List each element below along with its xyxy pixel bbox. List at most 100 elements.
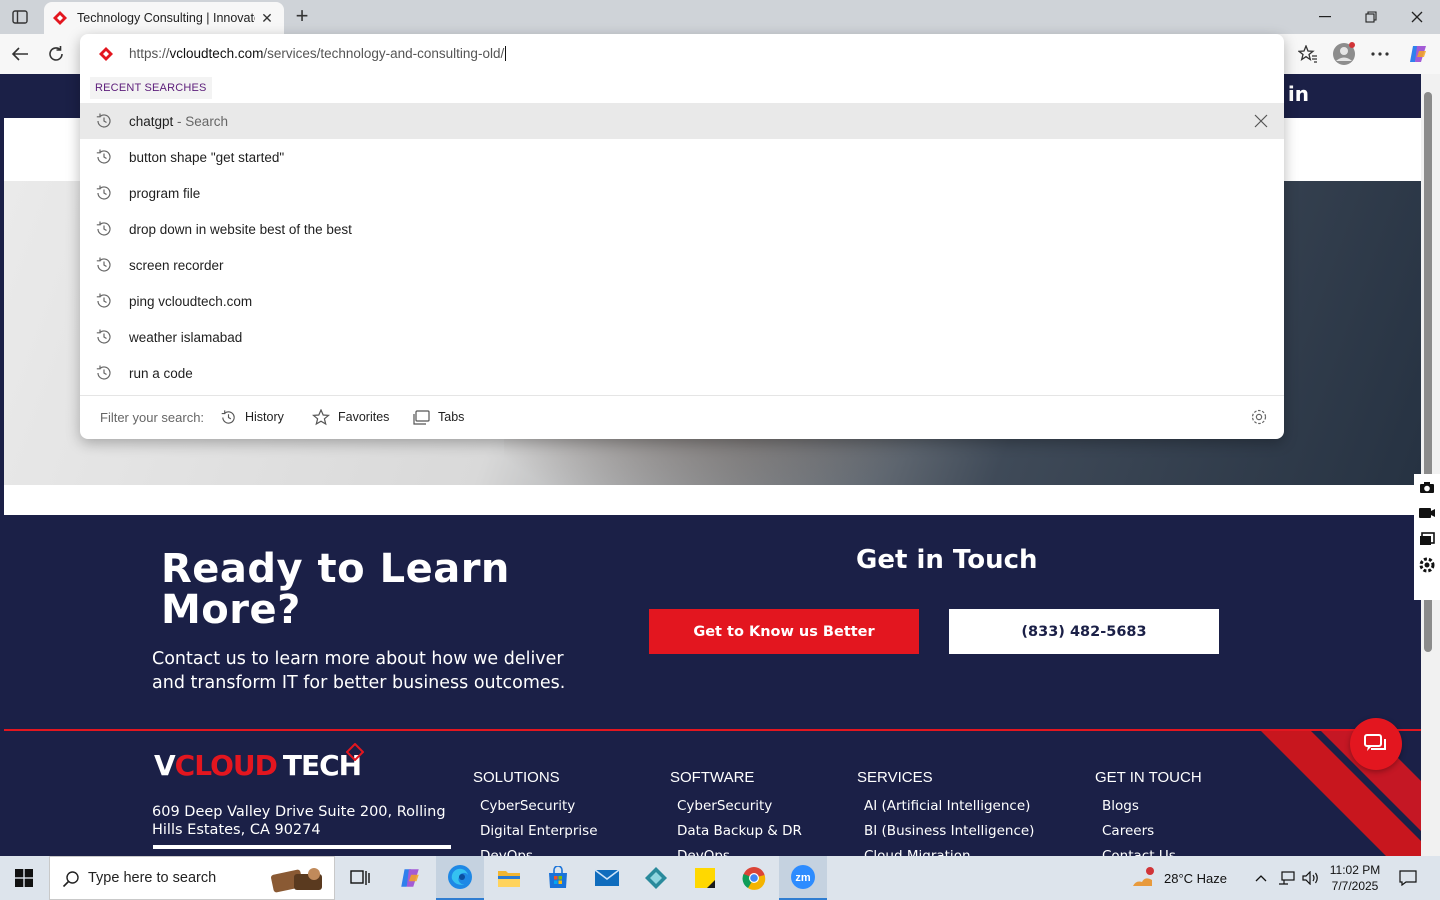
weather-widget[interactable]: 28°C Haze <box>1130 856 1227 900</box>
footer-link[interactable]: Cloud Migration <box>864 848 1034 856</box>
task-view-icon[interactable] <box>336 856 384 900</box>
sticky-notes-icon[interactable] <box>681 856 729 900</box>
suggestion-text: drop down in website best of the best <box>129 221 352 237</box>
suggestion-text: weather islamabad <box>129 329 243 345</box>
settings-gear-icon[interactable] <box>1250 408 1268 426</box>
mail-icon[interactable] <box>583 856 631 900</box>
minimize-icon[interactable] <box>1302 0 1348 34</box>
suggestion-item[interactable]: ping vcloudtech.com <box>80 283 1284 319</box>
footer-link[interactable]: DevOps <box>480 848 598 856</box>
suggestion-text: ping vcloudtech.com <box>129 293 253 309</box>
remove-suggestion-icon[interactable] <box>1252 112 1270 130</box>
new-tab-icon[interactable]: + <box>290 5 314 29</box>
footer-col-software: SOFTWARE CyberSecurity Data Backup & DR … <box>670 769 802 856</box>
address-bar-dropdown: https://vcloudtech.com/services/technolo… <box>80 34 1284 439</box>
company-address: 609 Deep Valley Drive Suite 200, Rolling… <box>152 804 446 838</box>
footer-link[interactable]: Data Backup & DR <box>677 823 802 839</box>
edge-browser-icon[interactable] <box>436 856 484 900</box>
favorites-icon[interactable] <box>1294 40 1322 68</box>
microsoft-store-icon[interactable] <box>534 856 582 900</box>
suggestion-item[interactable]: run a code <box>80 355 1284 391</box>
settings-gear-icon[interactable] <box>1414 552 1440 578</box>
profile-avatar-icon[interactable] <box>1330 40 1358 68</box>
search-highlight-icon <box>271 868 322 893</box>
footer-link[interactable]: CyberSecurity <box>480 798 598 814</box>
tab-actions-icon[interactable] <box>8 6 32 28</box>
tabs-icon <box>413 409 430 425</box>
footer-link[interactable]: AI (Artificial Intelligence) <box>864 798 1034 814</box>
cta-title: Ready to Learn More? <box>161 546 510 633</box>
back-arrow-icon[interactable] <box>6 40 34 68</box>
get-to-know-us-button[interactable]: Get to Know us Better <box>649 609 919 654</box>
suggestion-item[interactable]: program file <box>80 175 1284 211</box>
copilot-taskbar-icon[interactable] <box>386 856 434 900</box>
footer-link[interactable]: DevOps <box>677 848 802 856</box>
site-favicon-icon <box>99 47 113 61</box>
footer-link[interactable]: Careers <box>1102 823 1202 839</box>
notifications-icon[interactable] <box>1386 856 1430 900</box>
restore-icon[interactable] <box>1348 0 1394 34</box>
history-icon <box>96 257 111 272</box>
taskbar-search-input[interactable]: Type here to search <box>49 856 335 900</box>
filter-tabs-button[interactable]: Tabs <box>413 406 464 428</box>
cta-text: Contact us to learn more about how we de… <box>152 649 566 693</box>
more-options-icon[interactable] <box>1366 40 1394 68</box>
suggestion-item[interactable]: chatgpt - Search <box>80 103 1284 139</box>
suggestion-text: run a code <box>129 365 193 381</box>
footer-link[interactable]: Digital Enterprise <box>480 823 598 839</box>
footer-col-services: SERVICES AI (Artificial Intelligence) BI… <box>857 769 1034 856</box>
zoom-app-icon[interactable]: zm <box>779 856 827 900</box>
phone-button[interactable]: (833) 482-5683 <box>949 609 1219 654</box>
window-icon[interactable] <box>1414 526 1440 552</box>
clock-date: 7/7/2025 <box>1331 879 1379 893</box>
site-footer: VCLOUD TECH 609 Deep Valley Drive Suite 2… <box>4 729 1421 856</box>
linkedin-icon[interactable]: in <box>1288 82 1309 106</box>
filter-label: Filter your search: <box>100 410 205 425</box>
footer-link[interactable]: Blogs <box>1102 798 1202 814</box>
suggestion-text: chatgpt <box>129 113 174 129</box>
history-icon <box>96 149 111 164</box>
search-icon <box>62 871 79 888</box>
chrome-icon[interactable] <box>730 856 778 900</box>
vcloudtech-logo[interactable]: VCLOUD TECH <box>154 743 364 782</box>
suggestion-item[interactable]: weather islamabad <box>80 319 1284 355</box>
suggestion-item[interactable]: drop down in website best of the best <box>80 211 1284 247</box>
footer-link[interactable]: BI (Business Intelligence) <box>864 823 1034 839</box>
video-icon[interactable] <box>1414 500 1440 526</box>
history-icon <box>96 329 111 344</box>
filter-favorites-button[interactable]: Favorites <box>312 406 389 428</box>
address-url[interactable]: https://vcloudtech.com/services/technolo… <box>129 46 507 61</box>
browser-tab-active[interactable]: Technology Consulting | Innovate ✕ <box>44 2 284 34</box>
address-divider <box>153 845 451 849</box>
footer-col-solutions: SOLUTIONS CyberSecurity Digital Enterpri… <box>473 769 598 856</box>
suggestion-item[interactable]: screen recorder <box>80 247 1284 283</box>
close-window-icon[interactable] <box>1394 0 1440 34</box>
recent-searches-label: RECENT SEARCHES <box>90 77 212 99</box>
filter-favorites-label: Favorites <box>338 410 390 424</box>
address-bar-input[interactable]: https://vcloudtech.com/services/technolo… <box>80 34 1284 74</box>
suggestion-sub: - Search <box>173 113 229 129</box>
show-hidden-icons-icon[interactable] <box>1250 856 1272 900</box>
side-toolbar <box>1414 474 1440 600</box>
app-diamond-icon[interactable] <box>632 856 680 900</box>
camera-icon[interactable] <box>1414 474 1440 500</box>
browser-titlebar: Technology Consulting | Innovate ✕ + <box>0 0 1440 34</box>
refresh-icon[interactable] <box>42 40 70 68</box>
windows-taskbar: Type here to search zm 28°C Haze 11:02 P… <box>0 856 1440 900</box>
footer-link[interactable]: CyberSecurity <box>677 798 802 814</box>
tab-close-icon[interactable]: ✕ <box>258 10 276 27</box>
network-icon[interactable] <box>1274 856 1300 900</box>
suggestion-item[interactable]: button shape "get started" <box>80 139 1284 175</box>
footer-col-title: GET IN TOUCH <box>1095 769 1202 786</box>
copilot-icon[interactable] <box>1404 40 1432 68</box>
volume-icon[interactable] <box>1298 856 1324 900</box>
site-favicon-icon <box>53 11 67 25</box>
file-explorer-icon[interactable] <box>485 856 533 900</box>
history-icon <box>96 365 111 380</box>
filter-history-button[interactable]: History <box>220 406 284 428</box>
system-clock[interactable]: 11:02 PM 7/7/2025 <box>1322 862 1388 894</box>
chat-widget-icon[interactable] <box>1350 718 1402 770</box>
footer-link[interactable]: Contact Us <box>1102 848 1202 856</box>
windows-start-icon[interactable] <box>0 856 48 900</box>
filter-history-label: History <box>245 410 284 424</box>
